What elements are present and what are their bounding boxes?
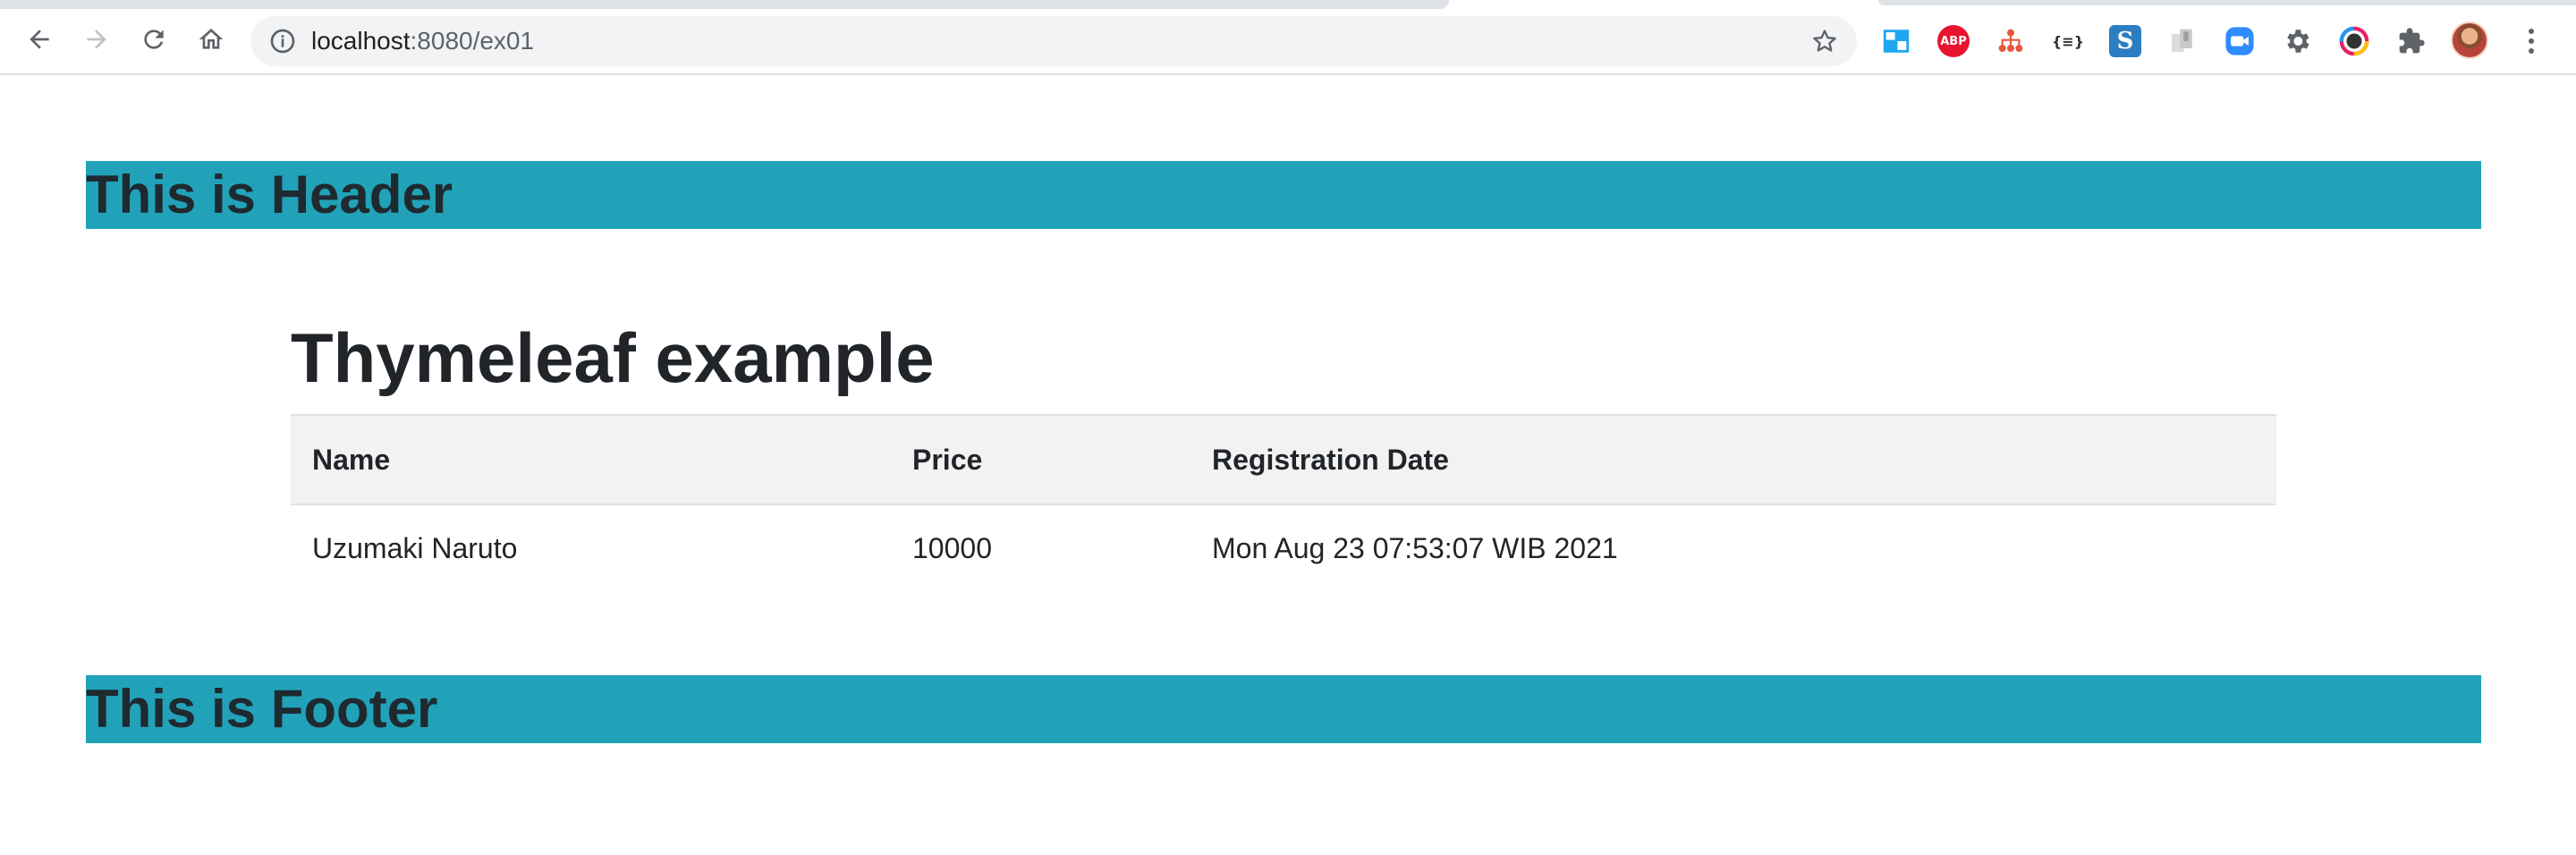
back-button[interactable]: [20, 20, 59, 59]
url-host: localhost: [311, 27, 411, 55]
gear-extension-icon[interactable]: [2281, 25, 2313, 57]
reload-button[interactable]: [134, 20, 174, 59]
tab-strip-right: [1878, 0, 2576, 5]
page-title: Thymeleaf example: [291, 318, 935, 397]
extensions-puzzle-icon[interactable]: [2395, 25, 2428, 57]
home-button[interactable]: [191, 20, 231, 59]
tab-strip: [0, 0, 1449, 9]
home-icon: [199, 29, 224, 49]
footer-text: This is Footer: [86, 679, 438, 739]
site-info-icon[interactable]: [268, 27, 297, 55]
disabled-extension-icon[interactable]: [2166, 25, 2199, 57]
menu-dot-icon: [2529, 48, 2534, 54]
table-header-row: Name Price Registration Date: [291, 414, 2276, 505]
url-path: :8080/ex01: [410, 27, 535, 55]
s-extension-icon[interactable]: S: [2109, 25, 2141, 57]
browser-toolbar: localhost:8080/ex01 ABP {≡} S: [0, 0, 2576, 75]
bookmark-star-icon[interactable]: [1810, 27, 1839, 55]
table-row: Uzumaki Naruto 10000 Mon Aug 23 07:53:07…: [291, 504, 2276, 592]
cell-registration-date: Mon Aug 23 07:53:07 WIB 2021: [1212, 532, 1618, 564]
sitemap-extension-icon[interactable]: [1995, 25, 2027, 57]
address-bar[interactable]: localhost:8080/ex01: [250, 16, 1857, 66]
menu-dot-icon: [2529, 38, 2534, 44]
column-header-name: Name: [291, 414, 891, 505]
column-header-price: Price: [891, 414, 1191, 505]
profile-avatar[interactable]: [2451, 21, 2488, 59]
table-header: Name Price Registration Date: [291, 414, 2276, 505]
menu-dot-icon: [2529, 29, 2534, 34]
column-header-registration-date: Registration Date: [1191, 414, 2276, 505]
arrow-right-icon: [87, 30, 106, 49]
cell-name: Uzumaki Naruto: [312, 532, 518, 564]
browser-menu-button[interactable]: [2513, 23, 2549, 59]
adblock-plus-icon[interactable]: ABP: [1937, 25, 1970, 57]
table-body: Uzumaki Naruto 10000 Mon Aug 23 07:53:07…: [291, 504, 2276, 592]
reload-icon: [144, 30, 164, 49]
forward-button[interactable]: [77, 20, 116, 59]
json-formatter-icon[interactable]: {≡}: [2052, 25, 2084, 57]
page-header: This is Header: [86, 161, 2481, 229]
url-text[interactable]: localhost:8080/ex01: [311, 27, 534, 55]
cell-price: 10000: [912, 532, 992, 564]
color-picker-extension-icon[interactable]: [2338, 25, 2370, 57]
page-footer: This is Footer: [86, 675, 2481, 743]
data-table: Name Price Registration Date Uzumaki Nar…: [291, 414, 2276, 592]
zoom-extension-icon[interactable]: [2224, 25, 2256, 57]
tab-resize-extension-icon[interactable]: [1880, 25, 1912, 57]
arrow-left-icon: [30, 30, 49, 49]
header-text: This is Header: [86, 165, 453, 224]
